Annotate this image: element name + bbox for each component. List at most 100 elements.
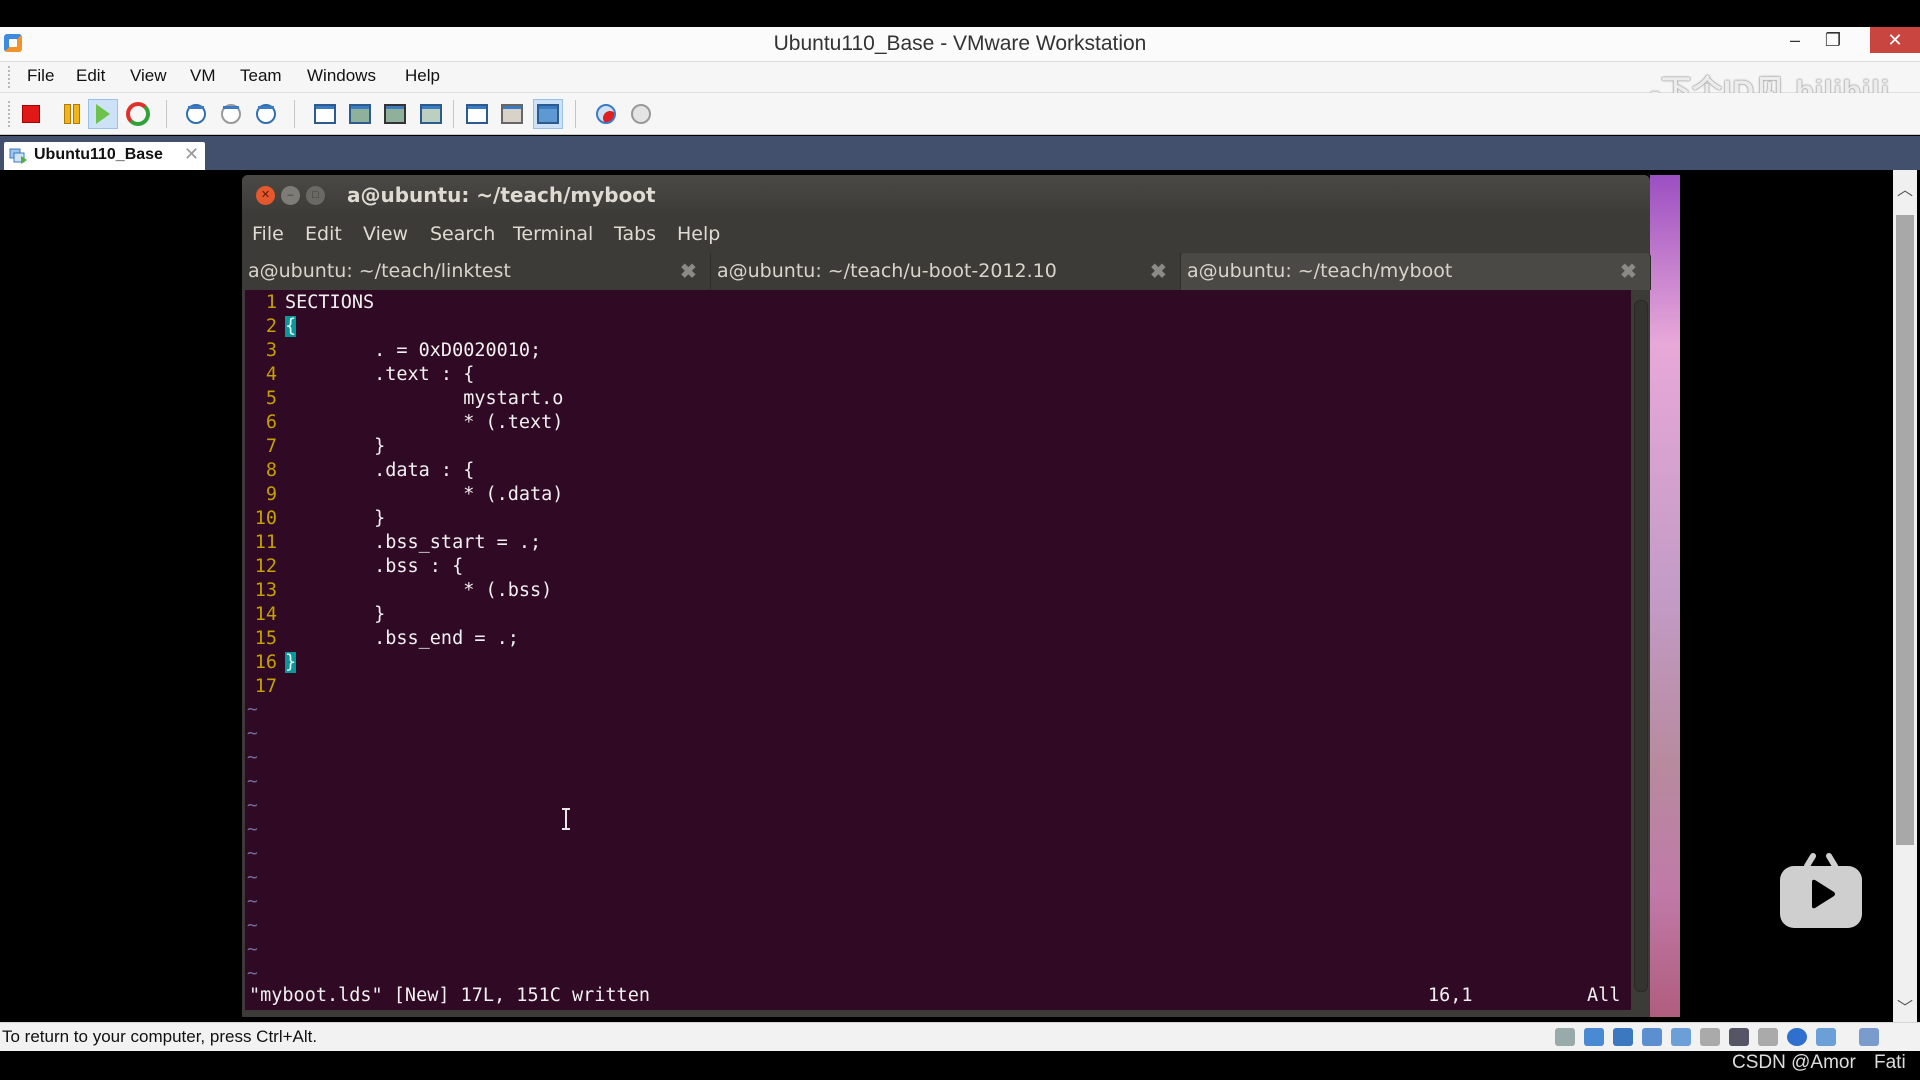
- status-message: To return to your computer, press Ctrl+A…: [2, 1027, 318, 1046]
- vim-status-message: "myboot.lds" [New] 17L, 151C written: [249, 985, 650, 1006]
- line-text: }: [285, 508, 386, 529]
- revert-snapshot-icon: [221, 104, 241, 124]
- take-snapshot-button[interactable]: [182, 100, 210, 128]
- terminal-menu-edit[interactable]: Edit: [305, 223, 342, 245]
- terminal-menu-help[interactable]: Help: [677, 223, 720, 245]
- usb-icon[interactable]: [1671, 1028, 1691, 1046]
- vim-editor[interactable]: 1 SECTIONS 2{3 . = 0xD0020010; 4 .text : {5…: [245, 290, 1631, 1010]
- menu-file[interactable]: File: [27, 66, 54, 86]
- terminal-maximize-icon[interactable]: □: [306, 186, 325, 205]
- full-screen-button[interactable]: [381, 100, 409, 128]
- power-on-button[interactable]: [88, 99, 118, 129]
- line-text: * (.text): [285, 412, 564, 433]
- vm-tab-ubuntu110-base[interactable]: Ubuntu110_Base ✕: [4, 142, 205, 170]
- hard-disk-icon[interactable]: [1555, 1028, 1575, 1046]
- line-text: .data : {: [285, 460, 475, 481]
- suspend-button[interactable]: [53, 100, 81, 128]
- toolbar: [0, 93, 1920, 135]
- line-number: 11: [254, 532, 277, 553]
- unity-button[interactable]: [417, 100, 445, 128]
- vm-tab-label: Ubuntu110_Base: [34, 146, 163, 163]
- terminal-tab-myboot[interactable]: a@ubuntu: ~/teach/myboot ✖: [1181, 253, 1651, 290]
- power-off-button[interactable]: [17, 100, 45, 128]
- line-text: * (.data): [285, 484, 564, 505]
- printer-icon[interactable]: [1642, 1028, 1662, 1046]
- line-text: {: [285, 316, 297, 337]
- ubuntu-wallpaper: [1650, 175, 1680, 1017]
- terminal-menu-file[interactable]: File: [252, 223, 284, 245]
- menu-view[interactable]: View: [130, 66, 167, 86]
- record-button[interactable]: [592, 100, 620, 128]
- bluetooth-icon[interactable]: [1787, 1028, 1807, 1046]
- revert-snapshot-button[interactable]: [217, 100, 245, 128]
- menu-team[interactable]: Team: [240, 66, 282, 86]
- terminal-tab-label: a@ubuntu: ~/teach/u-boot-2012.10: [717, 260, 1057, 282]
- menu-vm[interactable]: VM: [190, 66, 216, 86]
- scrollbar-thumb[interactable]: [1896, 215, 1914, 845]
- toolbar-separator: [453, 100, 454, 128]
- terminal-menu-tabs[interactable]: Tabs: [614, 223, 656, 245]
- terminal-scrollbar-trough[interactable]: [1634, 300, 1648, 992]
- keyboard-icon[interactable]: [1700, 1028, 1720, 1046]
- status-bar: To return to your computer, press Ctrl+A…: [0, 1022, 1920, 1051]
- code-line: 3 . = 0xD0020010;: [245, 339, 541, 363]
- terminal-close-icon[interactable]: ✕: [256, 186, 275, 205]
- menu-help[interactable]: Help: [405, 66, 440, 86]
- snapshot-manager-button[interactable]: [252, 100, 280, 128]
- record-icon: [596, 104, 616, 124]
- show-sidebar-button[interactable]: [311, 100, 339, 128]
- replay-button[interactable]: [627, 100, 655, 128]
- vm-scrollbar[interactable]: ︿ ﹀: [1893, 170, 1917, 1022]
- vm-tab-close-icon[interactable]: ✕: [184, 144, 199, 165]
- line-number: 1: [265, 292, 277, 313]
- line-text: .bss_end = .;: [285, 628, 519, 649]
- bilibili-play-icon[interactable]: [1780, 852, 1862, 928]
- menu-windows[interactable]: Windows: [307, 66, 376, 86]
- toolbar-grip[interactable]: [8, 101, 13, 127]
- menubar-grip[interactable]: [8, 66, 13, 88]
- terminal-scrollbar[interactable]: [1632, 290, 1648, 1010]
- vm-tab-bar: Ubuntu110_Base ✕: [0, 136, 1920, 170]
- vm-settings-button[interactable]: [463, 100, 491, 128]
- code-line: 10 }: [245, 507, 386, 531]
- tab-close-icon[interactable]: ✖: [680, 259, 697, 284]
- credit-text-2: Fati: [1874, 1052, 1906, 1073]
- terminal-menu-search[interactable]: Search: [430, 223, 495, 245]
- keyboard-2-icon[interactable]: [1758, 1028, 1778, 1046]
- sound-icon[interactable]: [1613, 1028, 1633, 1046]
- menu-edit[interactable]: Edit: [76, 66, 105, 86]
- thumbnail-icon: [537, 104, 559, 124]
- scroll-up-icon[interactable]: ︿: [1893, 176, 1917, 200]
- close-button[interactable]: ✕: [1870, 27, 1920, 53]
- full-screen-icon: [384, 104, 406, 124]
- restore-button[interactable]: ❐: [1810, 27, 1856, 53]
- tab-close-icon[interactable]: ✖: [1620, 259, 1637, 284]
- stop-icon: [22, 105, 40, 123]
- terminal-titlebar[interactable]: ✕ – □ a@ubuntu: ~/teach/myboot: [242, 175, 1650, 215]
- code-line: 13 * (.bss): [245, 579, 553, 603]
- usb-2-icon[interactable]: [1816, 1028, 1836, 1046]
- terminal-menu-terminal[interactable]: Terminal: [513, 223, 593, 245]
- scroll-down-icon[interactable]: ﹀: [1893, 994, 1917, 1018]
- terminal-minimize-icon[interactable]: –: [281, 186, 300, 205]
- terminal-menu-view[interactable]: View: [363, 223, 408, 245]
- terminal-tab-u-boot[interactable]: a@ubuntu: ~/teach/u-boot-2012.10 ✖: [711, 253, 1181, 290]
- code-line: 8 .data : {: [245, 459, 475, 483]
- tab-close-icon[interactable]: ✖: [1150, 259, 1167, 284]
- line-number: 17: [254, 676, 277, 697]
- tilde-marker: ~: [247, 891, 258, 912]
- terminal-tab-linktest[interactable]: a@ubuntu: ~/teach/linktest ✖: [242, 253, 711, 290]
- console-view-button[interactable]: [498, 100, 526, 128]
- line-text: }: [285, 604, 386, 625]
- thumbnail-bar-button[interactable]: [533, 99, 563, 129]
- sidebar-icon: [314, 104, 336, 124]
- network-icon[interactable]: [1584, 1028, 1604, 1046]
- tilde-marker: ~: [247, 915, 258, 936]
- text-cursor-icon: [562, 808, 570, 830]
- display-icon[interactable]: [1729, 1028, 1749, 1046]
- line-text: . = 0xD0020010;: [285, 340, 542, 361]
- quick-switch-button[interactable]: [346, 100, 374, 128]
- reset-button[interactable]: [124, 100, 152, 128]
- message-icon[interactable]: [1859, 1028, 1879, 1046]
- line-number: 15: [254, 628, 277, 649]
